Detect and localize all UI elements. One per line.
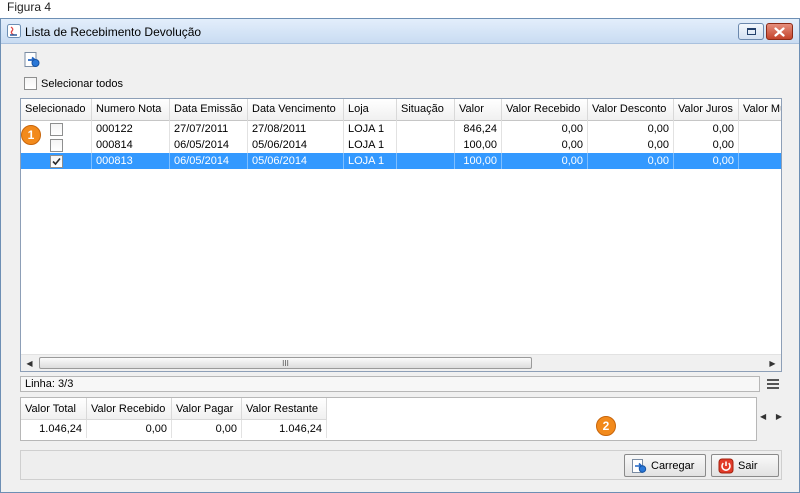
restore-button[interactable] <box>738 23 764 40</box>
scroll-left-icon[interactable]: ◀ <box>21 355 38 371</box>
cell-situacao <box>397 121 455 137</box>
column-header-numero-nota[interactable]: Numero Nota <box>92 99 170 121</box>
select-all-control[interactable]: Selecionar todos <box>24 77 123 90</box>
column-header-selecionado[interactable]: Selecionado <box>21 99 92 121</box>
window-content: Selecionar todos Selecionado Numero Nota… <box>1 45 799 492</box>
column-header-valor-desconto[interactable]: Valor Desconto <box>588 99 674 121</box>
checkmark-icon <box>51 157 61 165</box>
button-bar: Carregar Sair <box>20 450 782 480</box>
cell-valor-multa: 0 <box>739 121 781 137</box>
cell-data-vencimento: 05/06/2014 <box>248 153 344 169</box>
cell-numero-nota: 000122 <box>92 121 170 137</box>
invoice-table: Selecionado Numero Nota Data Emissão Dat… <box>20 98 782 372</box>
cell-valor-desconto: 0,00 <box>588 153 674 169</box>
cell-valor-multa: 0 <box>739 137 781 153</box>
column-header-data-vencimento[interactable]: Data Vencimento <box>248 99 344 121</box>
cell-loja: LOJA 1 <box>344 153 397 169</box>
annotation-badge-2: 2 <box>596 416 616 436</box>
table-row-selected[interactable]: 000813 06/05/2014 05/06/2014 LOJA 1 100,… <box>21 153 781 169</box>
scrollbar-thumb[interactable]: III <box>39 357 532 369</box>
table-row[interactable]: 000122 27/07/2011 27/08/2011 LOJA 1 846,… <box>21 121 781 137</box>
column-header-valor-juros[interactable]: Valor Juros <box>674 99 739 121</box>
cell-data-vencimento: 05/06/2014 <box>248 137 344 153</box>
cell-numero-nota: 000813 <box>92 153 170 169</box>
column-header-situacao[interactable]: Situação <box>397 99 455 121</box>
restore-icon <box>746 28 756 35</box>
cell-data-emissao: 06/05/2014 <box>170 137 248 153</box>
select-all-checkbox[interactable] <box>24 77 37 90</box>
cell-data-vencimento: 27/08/2011 <box>248 121 344 137</box>
cell-valor-recebido: 0,00 <box>502 137 588 153</box>
load-icon <box>632 458 647 473</box>
cell-valor-recebido: 0,00 <box>502 153 588 169</box>
load-icon[interactable] <box>23 51 41 69</box>
totals-header-valor-restante: Valor Restante <box>242 398 327 420</box>
close-icon <box>774 26 785 37</box>
title-bar: Lista de Recebimento Devolução <box>1 19 799 44</box>
row-counter: Linha: 3/3 <box>25 378 74 390</box>
cell-valor-juros: 0,00 <box>674 121 739 137</box>
table-body: 000122 27/07/2011 27/08/2011 LOJA 1 846,… <box>21 121 781 169</box>
arrow-left-icon[interactable]: ◀ <box>760 412 766 421</box>
cell-situacao <box>397 137 455 153</box>
totals-header-valor-recebido: Valor Recebido <box>87 398 172 420</box>
sair-button[interactable]: Sair <box>711 454 779 477</box>
cell-valor: 846,24 <box>455 121 502 137</box>
column-header-valor-recebido[interactable]: Valor Recebido <box>502 99 588 121</box>
cell-valor: 100,00 <box>455 153 502 169</box>
cell-valor-recebido: 0,00 <box>502 121 588 137</box>
cell-valor: 100,00 <box>455 137 502 153</box>
horizontal-scrollbar[interactable]: ◀ III ▶ <box>21 354 781 371</box>
select-all-label: Selecionar todos <box>41 77 123 90</box>
column-header-valor-multa[interactable]: Valor Mu <box>739 99 781 121</box>
cell-data-emissao: 06/05/2014 <box>170 153 248 169</box>
java-app-icon <box>7 24 21 38</box>
totals-valor-recebido: 0,00 <box>87 420 172 438</box>
cell-valor-multa: 0 <box>739 153 781 169</box>
row-checkbox[interactable] <box>49 122 63 136</box>
table-row[interactable]: 000814 06/05/2014 05/06/2014 LOJA 1 100,… <box>21 137 781 153</box>
row-status-bar: Linha: 3/3 <box>20 376 760 392</box>
cell-data-emissao: 27/07/2011 <box>170 121 248 137</box>
totals-scroll-arrows: ◀ ▶ <box>760 412 782 421</box>
column-header-valor[interactable]: Valor <box>455 99 502 121</box>
cell-numero-nota: 000814 <box>92 137 170 153</box>
column-header-data-emissao[interactable]: Data Emissão <box>170 99 248 121</box>
cell-valor-juros: 0,00 <box>674 153 739 169</box>
figure-caption: Figura 4 <box>7 0 52 14</box>
main-window: Lista de Recebimento Devolução Seleciona… <box>0 18 800 493</box>
row-checkbox[interactable] <box>49 138 63 152</box>
arrow-right-icon[interactable]: ▶ <box>776 412 782 421</box>
cell-valor-desconto: 0,00 <box>588 137 674 153</box>
totals-header-valor-pagar: Valor Pagar <box>172 398 242 420</box>
carregar-label: Carregar <box>651 459 695 472</box>
cell-valor-juros: 0,00 <box>674 137 739 153</box>
power-icon <box>718 458 734 473</box>
cell-valor-desconto: 0,00 <box>588 121 674 137</box>
sair-label: Sair <box>738 459 758 472</box>
menu-icon[interactable] <box>767 379 779 390</box>
scroll-grip: III <box>282 358 289 368</box>
cell-loja: LOJA 1 <box>344 121 397 137</box>
totals-panel: Valor Total 1.046,24 Valor Recebido 0,00… <box>20 397 757 441</box>
annotation-badge-1: 1 <box>21 125 41 145</box>
totals-header-valor-total: Valor Total <box>21 398 87 420</box>
totals-valor-total: 1.046,24 <box>21 420 87 438</box>
column-header-loja[interactable]: Loja <box>344 99 397 121</box>
totals-valor-pagar: 0,00 <box>172 420 242 438</box>
cell-situacao <box>397 153 455 169</box>
row-checkbox-checked[interactable] <box>49 154 63 168</box>
cell-loja: LOJA 1 <box>344 137 397 153</box>
carregar-button[interactable]: Carregar <box>624 454 706 477</box>
scroll-right-icon[interactable]: ▶ <box>764 355 781 371</box>
close-button[interactable] <box>766 23 793 40</box>
table-header: Selecionado Numero Nota Data Emissão Dat… <box>21 99 781 121</box>
totals-valor-restante: 1.046,24 <box>242 420 327 438</box>
window-title: Lista de Recebimento Devolução <box>25 25 202 39</box>
